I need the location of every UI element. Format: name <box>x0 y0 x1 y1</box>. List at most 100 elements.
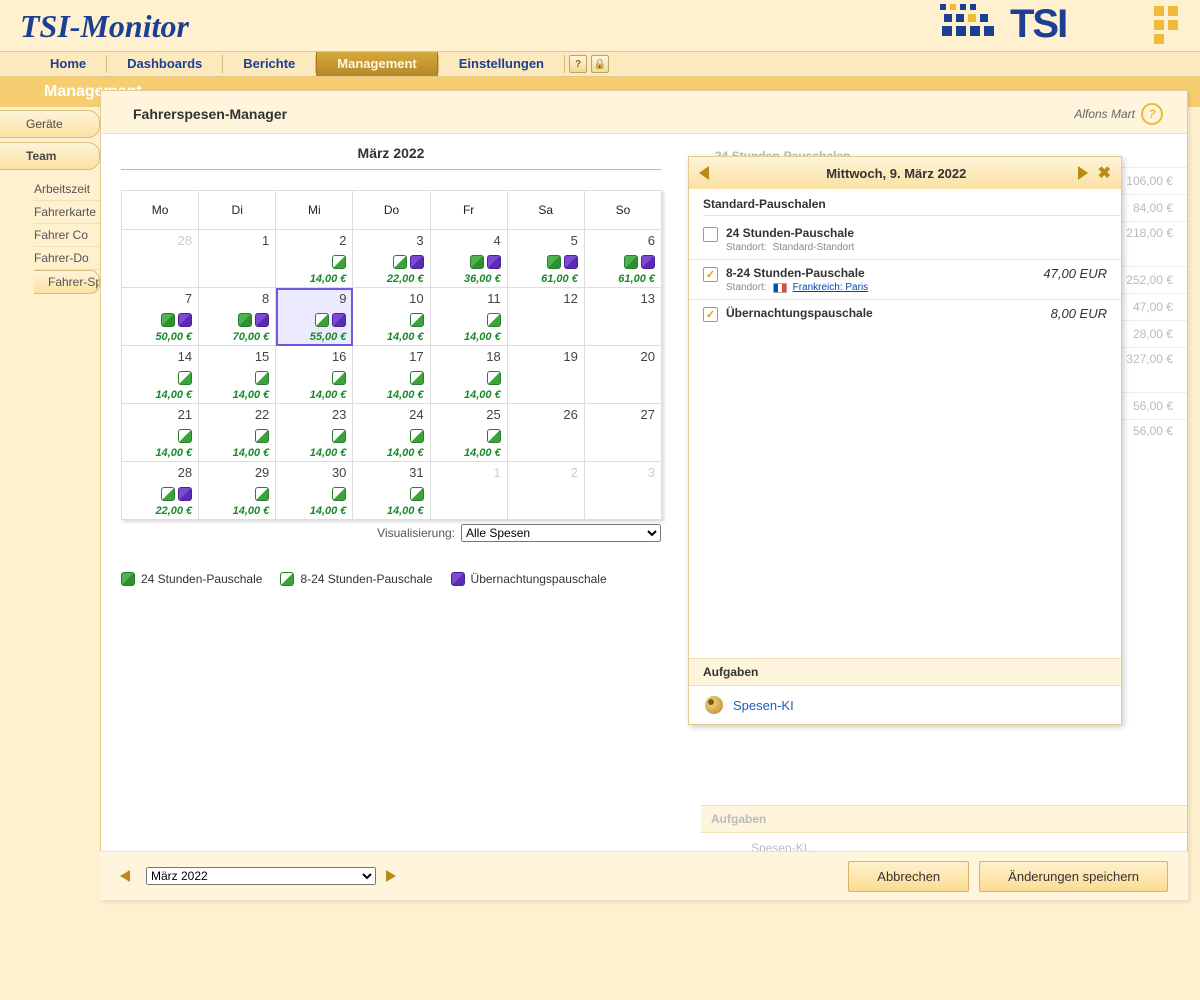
lock-icon[interactable] <box>591 55 609 73</box>
calendar-cell[interactable]: 27 <box>585 404 662 462</box>
calendar-cell[interactable]: 2314,00 € <box>276 404 353 462</box>
calendar-cell[interactable]: 1 <box>431 462 508 520</box>
nav-einstellungen[interactable]: Einstellungen <box>439 52 564 76</box>
subtab-item[interactable]: Fahrer-Sp <box>34 270 100 294</box>
month-select[interactable]: März 2022 <box>146 867 376 885</box>
calendar-cell[interactable]: 1814,00 € <box>431 346 508 404</box>
calendar-cell[interactable]: 1414,00 € <box>122 346 199 404</box>
calendar-cell[interactable]: 661,00 € <box>585 230 662 288</box>
calendar-cell[interactable]: 561,00 € <box>508 230 585 288</box>
half-day-icon <box>410 487 424 501</box>
calendar-dow: Mi <box>276 191 353 230</box>
calendar-cell[interactable]: 436,00 € <box>431 230 508 288</box>
calendar-cell[interactable]: 1 <box>199 230 276 288</box>
calendar-cell[interactable]: 2914,00 € <box>199 462 276 520</box>
popup-next-icon[interactable] <box>1078 166 1088 180</box>
subtab-item[interactable]: Fahrer Co <box>34 224 100 247</box>
panel-user: Alfons Mart? <box>1074 103 1163 125</box>
calendar-cell[interactable]: 322,00 € <box>353 230 430 288</box>
calendar-cell[interactable]: 13 <box>585 288 662 346</box>
visualisierung-select[interactable]: Alle Spesen <box>461 524 661 542</box>
calendar: MoDiMiDoFrSaSo 281214,00 €322,00 €436,00… <box>121 190 662 520</box>
calendar-cell[interactable]: 2414,00 € <box>353 404 430 462</box>
checkbox[interactable] <box>703 267 718 282</box>
calendar-cell[interactable]: 2 <box>508 462 585 520</box>
month-next-icon[interactable] <box>386 870 396 882</box>
month-prev-icon[interactable] <box>120 870 130 882</box>
overnight-icon <box>641 255 655 269</box>
overnight-icon <box>487 255 501 269</box>
calendar-cell[interactable]: 214,00 € <box>276 230 353 288</box>
calendar-cell[interactable]: 1114,00 € <box>431 288 508 346</box>
pauschale-option[interactable]: 8-24 Stunden-PauschaleStandort:Frankreic… <box>689 259 1121 299</box>
overnight-icon <box>178 487 192 501</box>
calendar-cell[interactable]: 1614,00 € <box>276 346 353 404</box>
sidetab-team[interactable]: Team <box>0 142 100 170</box>
nav-dashboards[interactable]: Dashboards <box>107 52 222 76</box>
popup-prev-icon[interactable] <box>699 166 709 180</box>
calendar-cell[interactable]: 1014,00 € <box>353 288 430 346</box>
calendar-cell[interactable]: 12 <box>508 288 585 346</box>
nav-berichte[interactable]: Berichte <box>223 52 315 76</box>
half-day-icon <box>487 429 501 443</box>
pauschale-option[interactable]: Übernachtungspauschale8,00 EUR <box>689 299 1121 328</box>
half-day-icon <box>410 371 424 385</box>
half-day-icon <box>393 255 407 269</box>
half-day-icon <box>255 371 269 385</box>
subtab-item[interactable]: Fahrer-Do <box>34 247 100 270</box>
pauschale-option[interactable]: 24 Stunden-PauschaleStandort:Standard-St… <box>689 220 1121 259</box>
calendar-cell[interactable]: 1514,00 € <box>199 346 276 404</box>
calendar-cell[interactable]: 870,00 € <box>199 288 276 346</box>
cancel-button[interactable]: Abbrechen <box>848 861 969 892</box>
help-icon[interactable] <box>569 55 587 73</box>
calendar-dow: Fr <box>431 191 508 230</box>
save-button[interactable]: Änderungen speichern <box>979 861 1168 892</box>
calendar-dow: Mo <box>122 191 199 230</box>
calendar-dow: Do <box>353 191 430 230</box>
half-day-icon <box>255 487 269 501</box>
calendar-cell[interactable]: 2114,00 € <box>122 404 199 462</box>
location-link[interactable]: Frankreich: Paris <box>793 282 869 293</box>
calendar-cell[interactable]: 2214,00 € <box>199 404 276 462</box>
calendar-cell[interactable]: 3014,00 € <box>276 462 353 520</box>
half-day-icon <box>255 429 269 443</box>
calendar-cell[interactable]: 955,00 € <box>276 288 353 346</box>
popup-close-icon[interactable]: ✖ <box>1098 163 1111 183</box>
half-day-icon <box>178 429 192 443</box>
checkbox[interactable] <box>703 307 718 322</box>
popup-task-spesen-ki[interactable]: Spesen-KI <box>689 686 1121 724</box>
calendar-cell[interactable]: 750,00 € <box>122 288 199 346</box>
overnight-icon <box>255 313 269 327</box>
calendar-dow: Di <box>199 191 276 230</box>
full-day-icon <box>624 255 638 269</box>
calendar-cell[interactable]: 2514,00 € <box>431 404 508 462</box>
footer-bar: März 2022 Abbrechen Änderungen speichern <box>100 851 1188 900</box>
overnight-icon <box>410 255 424 269</box>
calendar-cell[interactable]: 3114,00 € <box>353 462 430 520</box>
visualisierung-label: Visualisierung: <box>377 526 455 540</box>
overnight-icon <box>332 313 346 327</box>
nav-management[interactable]: Management <box>316 52 437 76</box>
calendar-cell[interactable]: 26 <box>508 404 585 462</box>
calendar-dow: Sa <box>508 191 585 230</box>
checkbox[interactable] <box>703 227 718 242</box>
half-day-icon <box>332 487 346 501</box>
calendar-cell[interactable]: 20 <box>585 346 662 404</box>
calendar-cell[interactable]: 28 <box>122 230 199 288</box>
full-day-icon <box>547 255 561 269</box>
help-circle-icon[interactable]: ? <box>1141 103 1163 125</box>
calendar-legend: 24 Stunden-Pauschale8-24 Stunden-Pauscha… <box>121 572 661 586</box>
calendar-cell[interactable]: 1714,00 € <box>353 346 430 404</box>
half-day-icon <box>487 371 501 385</box>
calendar-cell[interactable]: 19 <box>508 346 585 404</box>
subtab-item[interactable]: Fahrerkarte <box>34 201 100 224</box>
overnight-icon <box>564 255 578 269</box>
sidetab-geraete[interactable]: Geräte <box>0 110 100 138</box>
calendar-title: März 2022 <box>121 141 661 169</box>
calendar-dow: So <box>585 191 662 230</box>
subtab-item[interactable]: Arbeitszeit <box>34 178 100 201</box>
calendar-cell[interactable]: 3 <box>585 462 662 520</box>
nav-home[interactable]: Home <box>30 52 106 76</box>
half-day-icon <box>178 371 192 385</box>
calendar-cell[interactable]: 2822,00 € <box>122 462 199 520</box>
